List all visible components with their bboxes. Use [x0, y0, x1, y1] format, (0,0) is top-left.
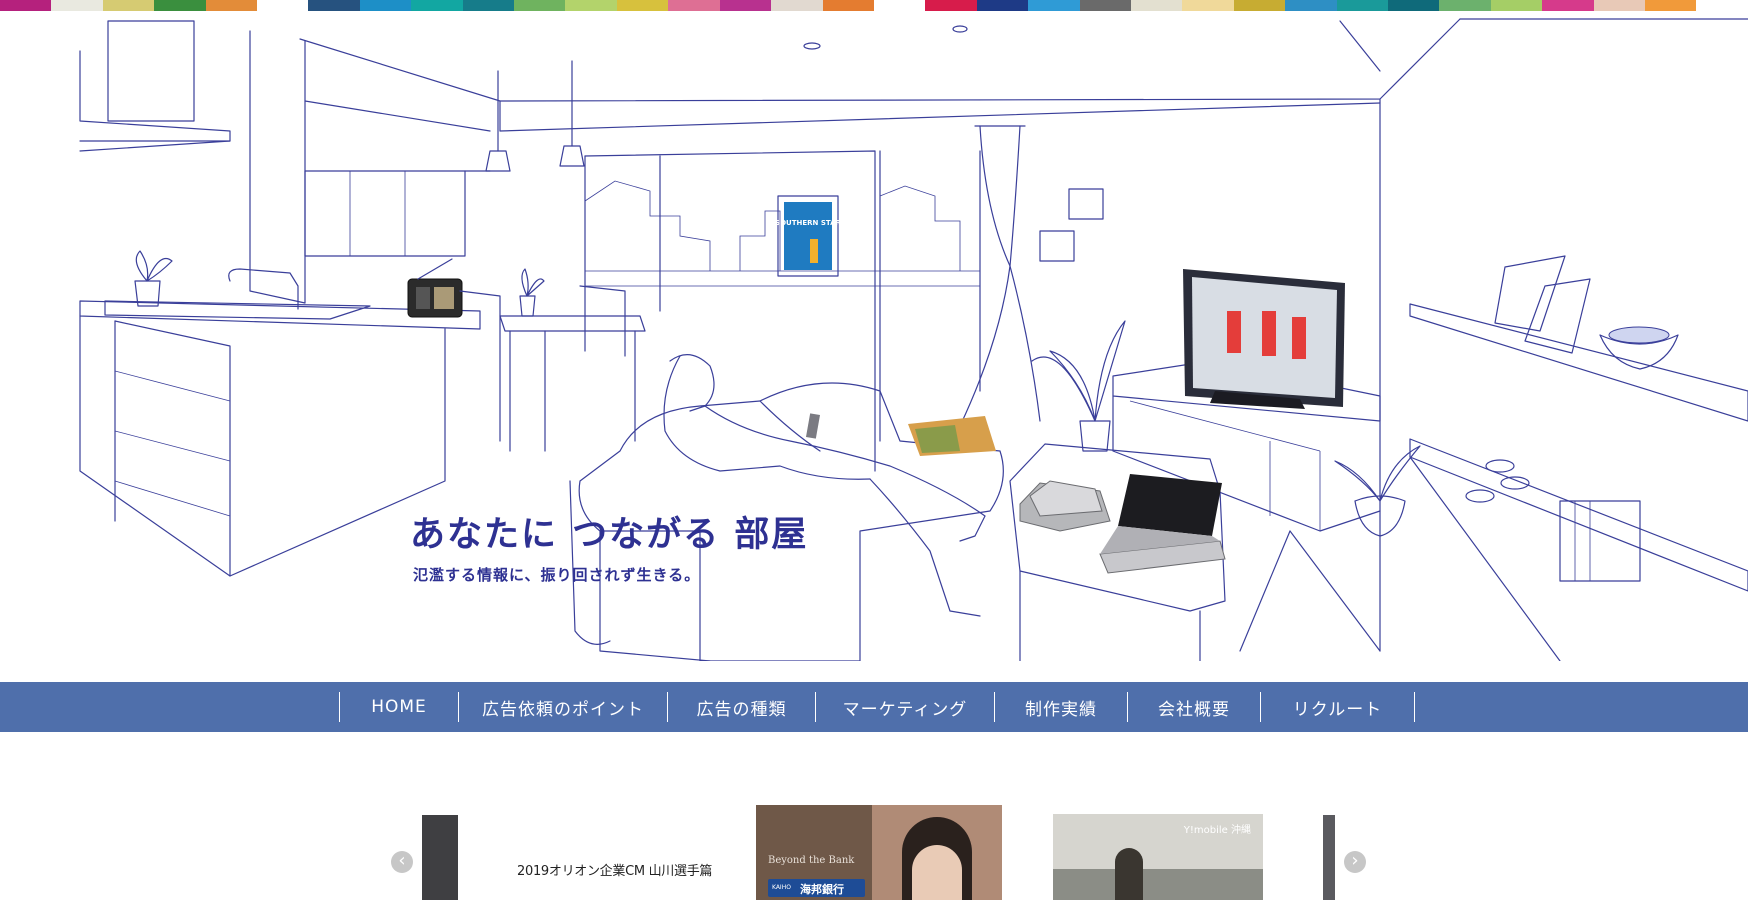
room-illustration: SOUTHERN STAR	[79, 18, 1748, 661]
color-strip-swatch	[51, 0, 103, 11]
color-strip-swatch	[822, 0, 874, 11]
color-strip-swatch	[976, 0, 1029, 11]
global-nav: HOME 広告依頼のポイント 広告の種類 マーケティング 制作実績 会社概要 リ…	[0, 682, 1748, 732]
color-strip-swatch	[359, 0, 412, 11]
color-strip-swatch	[1233, 0, 1286, 11]
color-strip-swatch	[308, 0, 360, 11]
color-strip-swatch	[1542, 0, 1594, 11]
nav-item-points[interactable]: 広告依頼のポイント	[459, 692, 668, 722]
slide-kaiho[interactable]: Beyond the Bank KAIHO 海邦銀行	[756, 805, 1002, 900]
color-strip-swatch	[1645, 0, 1697, 11]
color-strip-swatch	[719, 0, 772, 11]
person-face	[912, 845, 962, 900]
carousel-prev-icon[interactable]: ‹	[391, 851, 413, 873]
nav-item-works[interactable]: 制作実績	[995, 692, 1128, 722]
nav-item-marketing[interactable]: マーケティング	[816, 692, 995, 722]
color-strip-swatch	[1439, 0, 1491, 11]
hero-title: あなたに つながる 部屋	[410, 515, 809, 555]
color-strip-swatch	[154, 0, 206, 11]
color-strip-swatch	[771, 0, 823, 11]
color-strip-swatch	[565, 0, 617, 11]
color-strip-swatch	[1387, 0, 1440, 11]
color-strip-swatch	[873, 0, 926, 11]
color-strip-swatch	[1130, 0, 1183, 11]
color-strip-swatch	[668, 0, 720, 11]
color-strip-swatch	[462, 0, 515, 11]
works-carousel: ‹ › 2019オリオン企業CM 山川選手篇 Beyond the Bank K…	[0, 790, 1748, 900]
color-strip-swatch	[1336, 0, 1388, 11]
nav-item-company[interactable]: 会社概要	[1128, 692, 1261, 722]
poster-text: SOUTHERN STAR	[775, 219, 841, 227]
color-strip-swatch	[0, 0, 52, 11]
color-strip-swatch	[1696, 0, 1748, 11]
slide-thumb-left[interactable]	[422, 815, 458, 900]
mountain-bg	[1053, 869, 1263, 900]
color-strip-swatch	[1182, 0, 1234, 11]
hero-subtitle: 氾濫する情報に、振り回されず生きる。	[413, 566, 701, 584]
color-strip-swatch	[925, 0, 977, 11]
slide-tagline: Beyond the Bank	[768, 855, 855, 866]
bank-badge: KAIHO 海邦銀行	[768, 879, 865, 897]
person-silhouette	[1115, 848, 1143, 900]
color-strip-swatch	[514, 0, 566, 11]
slide-logo: Y!mobile 沖縄	[1183, 825, 1251, 836]
nav-item-ad-types[interactable]: 広告の種類	[668, 692, 816, 722]
nav-item-recruit[interactable]: リクルート	[1261, 692, 1415, 722]
color-strip	[0, 0, 1748, 11]
carousel-next-icon[interactable]: ›	[1344, 851, 1366, 873]
color-strip-swatch	[1028, 0, 1080, 11]
slide-thumb-right[interactable]	[1323, 815, 1335, 900]
color-strip-swatch	[411, 0, 463, 11]
color-strip-swatch	[1285, 0, 1337, 11]
color-strip-swatch	[1593, 0, 1645, 11]
hero-banner: SOUTHERN STAR あなたに つながる 部屋 氾濫する情報に、振り回され…	[0, 11, 1748, 661]
color-strip-swatch	[257, 0, 309, 11]
slide-caption[interactable]: 2019オリオン企業CM 山川選手篇	[517, 860, 712, 879]
color-strip-swatch	[616, 0, 669, 11]
color-strip-swatch	[1490, 0, 1543, 11]
color-strip-swatch	[102, 0, 155, 11]
color-strip-swatch	[205, 0, 258, 11]
color-strip-swatch	[1079, 0, 1131, 11]
nav-item-home[interactable]: HOME	[340, 692, 459, 722]
slide-ymobile[interactable]: Y!mobile 沖縄	[1053, 814, 1263, 900]
